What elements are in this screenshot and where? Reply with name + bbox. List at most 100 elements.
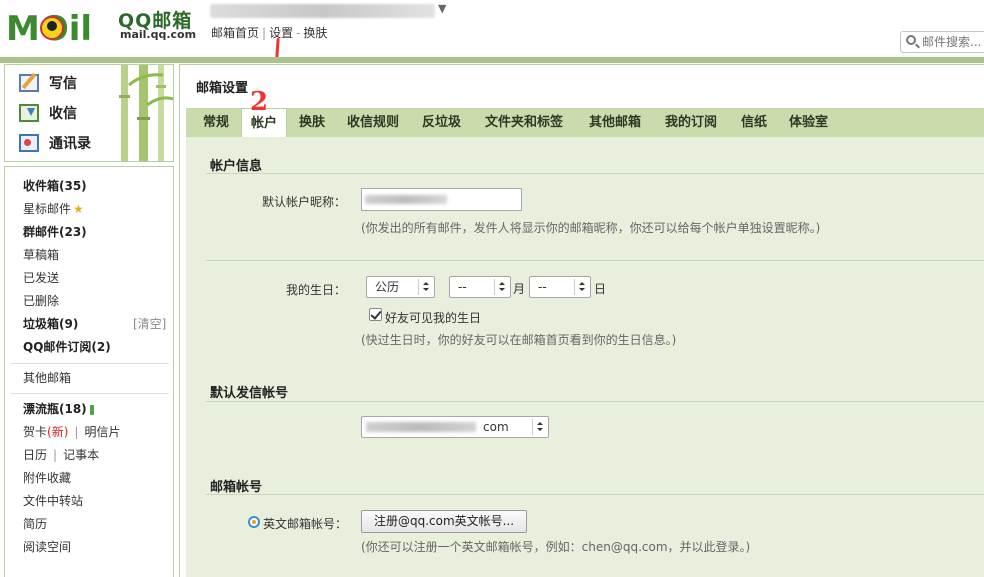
greeting-card-label: 贺卡 xyxy=(23,425,48,439)
file-transfer-link[interactable]: 文件中转站 xyxy=(23,492,83,509)
birthday-hint: (快过生日时，你的好友可以在邮箱首页看到你的生日信息。) xyxy=(361,333,677,347)
folder-starred[interactable]: 星标邮件 ★ xyxy=(23,200,84,217)
search-icon[interactable] xyxy=(906,35,916,45)
contacts-icon xyxy=(19,134,39,152)
updown-arrows-icon xyxy=(576,280,588,294)
show-birthday-label[interactable]: 好友可见我的生日 xyxy=(385,309,481,326)
pipe-separator: | xyxy=(262,26,267,40)
tab-receive-rules[interactable]: 收信规则 xyxy=(347,108,399,138)
tab-lab[interactable]: 体验室 xyxy=(789,108,828,138)
tab-general[interactable]: 常规 xyxy=(203,108,229,138)
tab-my-subscriptions[interactable]: 我的订阅 xyxy=(665,108,717,138)
settings-link[interactable]: 设置 xyxy=(269,26,293,40)
drift-bottle-link[interactable]: 漂流瓶(18) xyxy=(23,400,94,417)
folder-group-mail[interactable]: 群邮件(23) xyxy=(23,223,87,240)
section-divider xyxy=(206,494,984,495)
spam-clear-link[interactable]: [清空] xyxy=(133,315,166,332)
annotation-1-marker xyxy=(275,37,280,59)
compose-button[interactable]: 写信 xyxy=(19,71,77,95)
folder-inbox[interactable]: 收件箱(35) xyxy=(23,177,87,194)
mailbox-home-link[interactable]: 邮箱首页 xyxy=(211,26,259,40)
calendar-link[interactable]: 日历 xyxy=(23,448,47,462)
english-account-label: 英文邮箱帐号： xyxy=(263,517,348,531)
drift-bottle-label: 漂流瓶(18) xyxy=(23,402,87,416)
section-divider xyxy=(206,260,984,261)
sender-domain-suffix: com xyxy=(483,420,509,434)
month-unit: 月 xyxy=(513,282,526,296)
birth-month-select[interactable]: -- xyxy=(449,276,511,298)
folder-other-mailboxes[interactable]: 其他邮箱 xyxy=(23,369,71,386)
tab-stationery[interactable]: 信纸 xyxy=(741,108,767,138)
top-nav-links: 邮箱首页 | 设置 - 换肤 xyxy=(211,24,327,41)
updown-arrows-icon xyxy=(496,280,508,294)
mail-search[interactable] xyxy=(900,31,984,53)
tab-other-mailboxes[interactable]: 其他邮箱 xyxy=(589,108,641,138)
cards-row: 贺卡(新) | 明信片 xyxy=(23,423,120,440)
receive-label: 收信 xyxy=(49,106,77,122)
tab-anti-spam[interactable]: 反垃圾 xyxy=(422,108,461,138)
header-divider-bar xyxy=(0,57,984,63)
updown-arrows-icon xyxy=(420,280,432,294)
updown-arrows-icon xyxy=(534,420,546,434)
select-divider xyxy=(494,279,495,295)
nickname-hint: (你发出的所有邮件，发件人将显示你的邮箱昵称，你还可以给每个帐户单独设置昵称。) xyxy=(361,221,821,235)
birth-day-select[interactable]: -- xyxy=(529,276,591,298)
tab-folders-labels[interactable]: 文件夹和标签 xyxy=(485,108,563,138)
account-settings-content: 帐户信息 默认帐户昵称： (你发出的所有邮件，发件人将显示你的邮箱昵称，你还可以… xyxy=(186,137,984,577)
receive-button[interactable]: 收信 xyxy=(19,101,77,125)
account-name-redacted[interactable] xyxy=(210,4,435,18)
mail-account-heading: 邮箱帐号 xyxy=(210,480,263,495)
calendar-type-select[interactable]: 公历 xyxy=(366,276,435,298)
folder-starred-label: 星标邮件 xyxy=(23,202,72,216)
star-icon: ★ xyxy=(73,202,84,216)
inbox-download-icon xyxy=(19,104,39,122)
change-skin-link[interactable]: 换肤 xyxy=(303,26,327,40)
sidebar-divider xyxy=(11,393,169,394)
tab-skin[interactable]: 换肤 xyxy=(299,108,325,138)
contacts-label: 通讯录 xyxy=(49,136,91,152)
select-divider xyxy=(532,419,533,435)
nickname-redacted xyxy=(365,195,447,204)
dash-separator: - xyxy=(296,26,301,40)
default-sender-select[interactable]: com xyxy=(361,416,549,438)
postcard-link[interactable]: 明信片 xyxy=(84,425,120,439)
attachments-link[interactable]: 附件收藏 xyxy=(23,469,71,486)
nickname-label: 默认帐户昵称： xyxy=(261,195,346,209)
greeting-card-link[interactable]: 贺卡(新) xyxy=(23,425,68,439)
day-unit: 日 xyxy=(594,282,607,296)
brand-domain: mail.qq.com xyxy=(120,28,197,41)
calendar-row: 日历 | 记事本 xyxy=(23,446,99,463)
search-input[interactable] xyxy=(922,34,984,50)
page-title: 邮箱设置 xyxy=(196,81,249,96)
calendar-type-value: 公历 xyxy=(375,280,400,294)
select-divider xyxy=(574,279,575,295)
default-sender-heading: 默认发信帐号 xyxy=(210,386,289,401)
qq-mail-logo[interactable]: MOil xyxy=(6,4,116,48)
bamboo-decoration xyxy=(119,65,173,161)
new-badge: (新) xyxy=(47,425,69,439)
pipe-separator: | xyxy=(53,448,58,462)
contacts-button[interactable]: 通讯录 xyxy=(19,131,91,155)
folder-deleted[interactable]: 已删除 xyxy=(23,292,59,309)
nickname-input[interactable] xyxy=(361,188,522,211)
show-birthday-checkbox[interactable] xyxy=(369,308,382,321)
sender-address-redacted xyxy=(366,422,476,432)
english-account-hint: (你还可以注册一个英文邮箱帐号，例如：chen@qq.com，并以此登录。) xyxy=(361,540,751,554)
select-divider xyxy=(418,279,419,295)
account-dropdown-icon[interactable]: ▼ xyxy=(438,2,446,15)
compose-icon xyxy=(19,74,39,92)
folder-list: 收件箱(35) 星标邮件 ★ 群邮件(23) 草稿箱 已发送 已删除 垃圾箱(9)… xyxy=(4,166,174,577)
folder-sent[interactable]: 已发送 xyxy=(23,269,59,286)
pipe-separator: | xyxy=(74,425,79,439)
sidebar-actions: 写信 收信 通讯录 xyxy=(4,64,174,162)
folder-spam[interactable]: 垃圾箱(9) xyxy=(23,315,78,332)
bottle-icon xyxy=(89,404,94,415)
reading-space-link[interactable]: 阅读空间 xyxy=(23,538,71,555)
folder-drafts[interactable]: 草稿箱 xyxy=(23,246,59,263)
annotation-2-marker: 2 xyxy=(250,87,269,117)
folder-subscriptions[interactable]: QQ邮件订阅(2) xyxy=(23,338,111,355)
birth-day-value: -- xyxy=(538,280,547,294)
resume-link[interactable]: 简历 xyxy=(23,515,47,532)
register-english-account-button[interactable]: 注册@qq.com英文帐号... xyxy=(361,510,528,533)
notepad-link[interactable]: 记事本 xyxy=(63,448,99,462)
